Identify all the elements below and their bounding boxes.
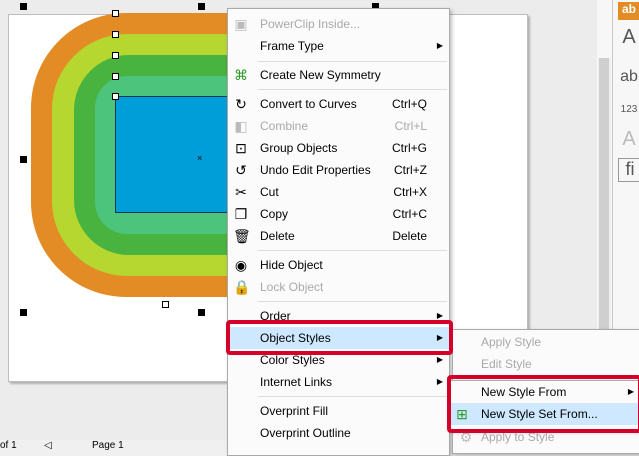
- node-handle[interactable]: [112, 73, 119, 80]
- menu-item-overprint-fill[interactable]: Overprint Fill: [228, 400, 449, 422]
- undo-icon: ↺: [235, 162, 247, 178]
- node-handle[interactable]: [112, 10, 119, 17]
- menu-item-overprint-outline[interactable]: Overprint Outline: [228, 422, 449, 444]
- paragraph-text-icon[interactable]: ab: [618, 68, 639, 86]
- menu-item-combine[interactable]: ◧ Combine Ctrl+L: [228, 115, 449, 137]
- menu-item-convert-to-curves[interactable]: ↻ Convert to Curves Ctrl+Q: [228, 93, 449, 115]
- glyph-a-icon[interactable]: A: [618, 128, 639, 151]
- page-count: of 1: [0, 440, 17, 451]
- callout-new-style: [447, 375, 639, 433]
- menu-item-internet-links[interactable]: Internet Links ▶: [228, 371, 449, 393]
- menu-item-copy[interactable]: ❐ Copy Ctrl+C: [228, 203, 449, 225]
- submenu-arrow-icon: ▶: [436, 41, 443, 50]
- hide-eye-icon: ◉: [234, 257, 248, 273]
- node-handle[interactable]: [112, 31, 119, 38]
- blue-rect[interactable]: [115, 96, 233, 213]
- text-tool-icon[interactable]: ab: [618, 2, 639, 20]
- powerclip-icon: ▣: [234, 16, 248, 32]
- selection-handle[interactable]: [20, 156, 27, 163]
- menu-separator: [258, 61, 447, 62]
- node-handle[interactable]: [162, 301, 169, 308]
- ligature-icon[interactable]: fi: [618, 158, 639, 182]
- menu-item-lock-object[interactable]: 🔒 Lock Object: [228, 276, 449, 298]
- lock-icon: 🔒: [233, 279, 251, 295]
- selection-handle[interactable]: [198, 309, 205, 316]
- menu-item-apply-style[interactable]: Apply Style: [453, 331, 639, 353]
- selection-handle[interactable]: [198, 3, 205, 10]
- page-tab[interactable]: Page 1: [92, 440, 124, 451]
- menu-separator: [258, 396, 447, 397]
- cut-icon: ✂: [235, 184, 247, 200]
- trash-icon: 🗑: [233, 228, 251, 244]
- menu-item-cut[interactable]: ✂ Cut Ctrl+X: [228, 181, 449, 203]
- menu-separator: [258, 301, 447, 302]
- symmetry-icon: ⌘: [234, 67, 248, 83]
- scroll-thumb[interactable]: [599, 58, 609, 358]
- menu-item-delete[interactable]: 🗑 Delete Delete: [228, 225, 449, 247]
- menu-item-undo-edit-properties[interactable]: ↺ Undo Edit Properties Ctrl+Z: [228, 159, 449, 181]
- node-handle[interactable]: [112, 93, 119, 100]
- page-navigator: of 1 ◁ Page 1: [0, 440, 230, 452]
- selection-handle[interactable]: [20, 3, 27, 10]
- group-icon: ⊡: [235, 140, 247, 156]
- combine-icon: ◧: [234, 118, 248, 134]
- callout-object-styles: [226, 320, 453, 355]
- convert-curves-icon: ↻: [235, 96, 247, 112]
- menu-item-create-symmetry[interactable]: ⌘ Create New Symmetry: [228, 64, 449, 86]
- artistic-text-icon[interactable]: A: [618, 26, 639, 49]
- menu-separator: [258, 250, 447, 251]
- context-menu: ▣ PowerClip Inside... Frame Type ▶ ⌘ Cre…: [227, 8, 450, 456]
- menu-item-hide-object[interactable]: ◉ Hide Object: [228, 254, 449, 276]
- nav-first-icon[interactable]: ◁: [44, 440, 52, 451]
- center-marker-icon: ×: [197, 153, 203, 163]
- copy-icon: ❐: [234, 206, 248, 222]
- menu-separator: [258, 89, 447, 90]
- numbers-icon[interactable]: 123: [618, 104, 639, 115]
- menu-item-group-objects[interactable]: ⊡ Group Objects Ctrl+G: [228, 137, 449, 159]
- menu-item-frame-type[interactable]: Frame Type ▶: [228, 35, 449, 57]
- node-handle[interactable]: [112, 52, 119, 59]
- menu-item-powerclip[interactable]: ▣ PowerClip Inside...: [228, 13, 449, 35]
- submenu-arrow-icon: ▶: [436, 377, 443, 386]
- menu-item-edit-style[interactable]: Edit Style: [453, 353, 639, 375]
- selection-handle[interactable]: [20, 309, 27, 316]
